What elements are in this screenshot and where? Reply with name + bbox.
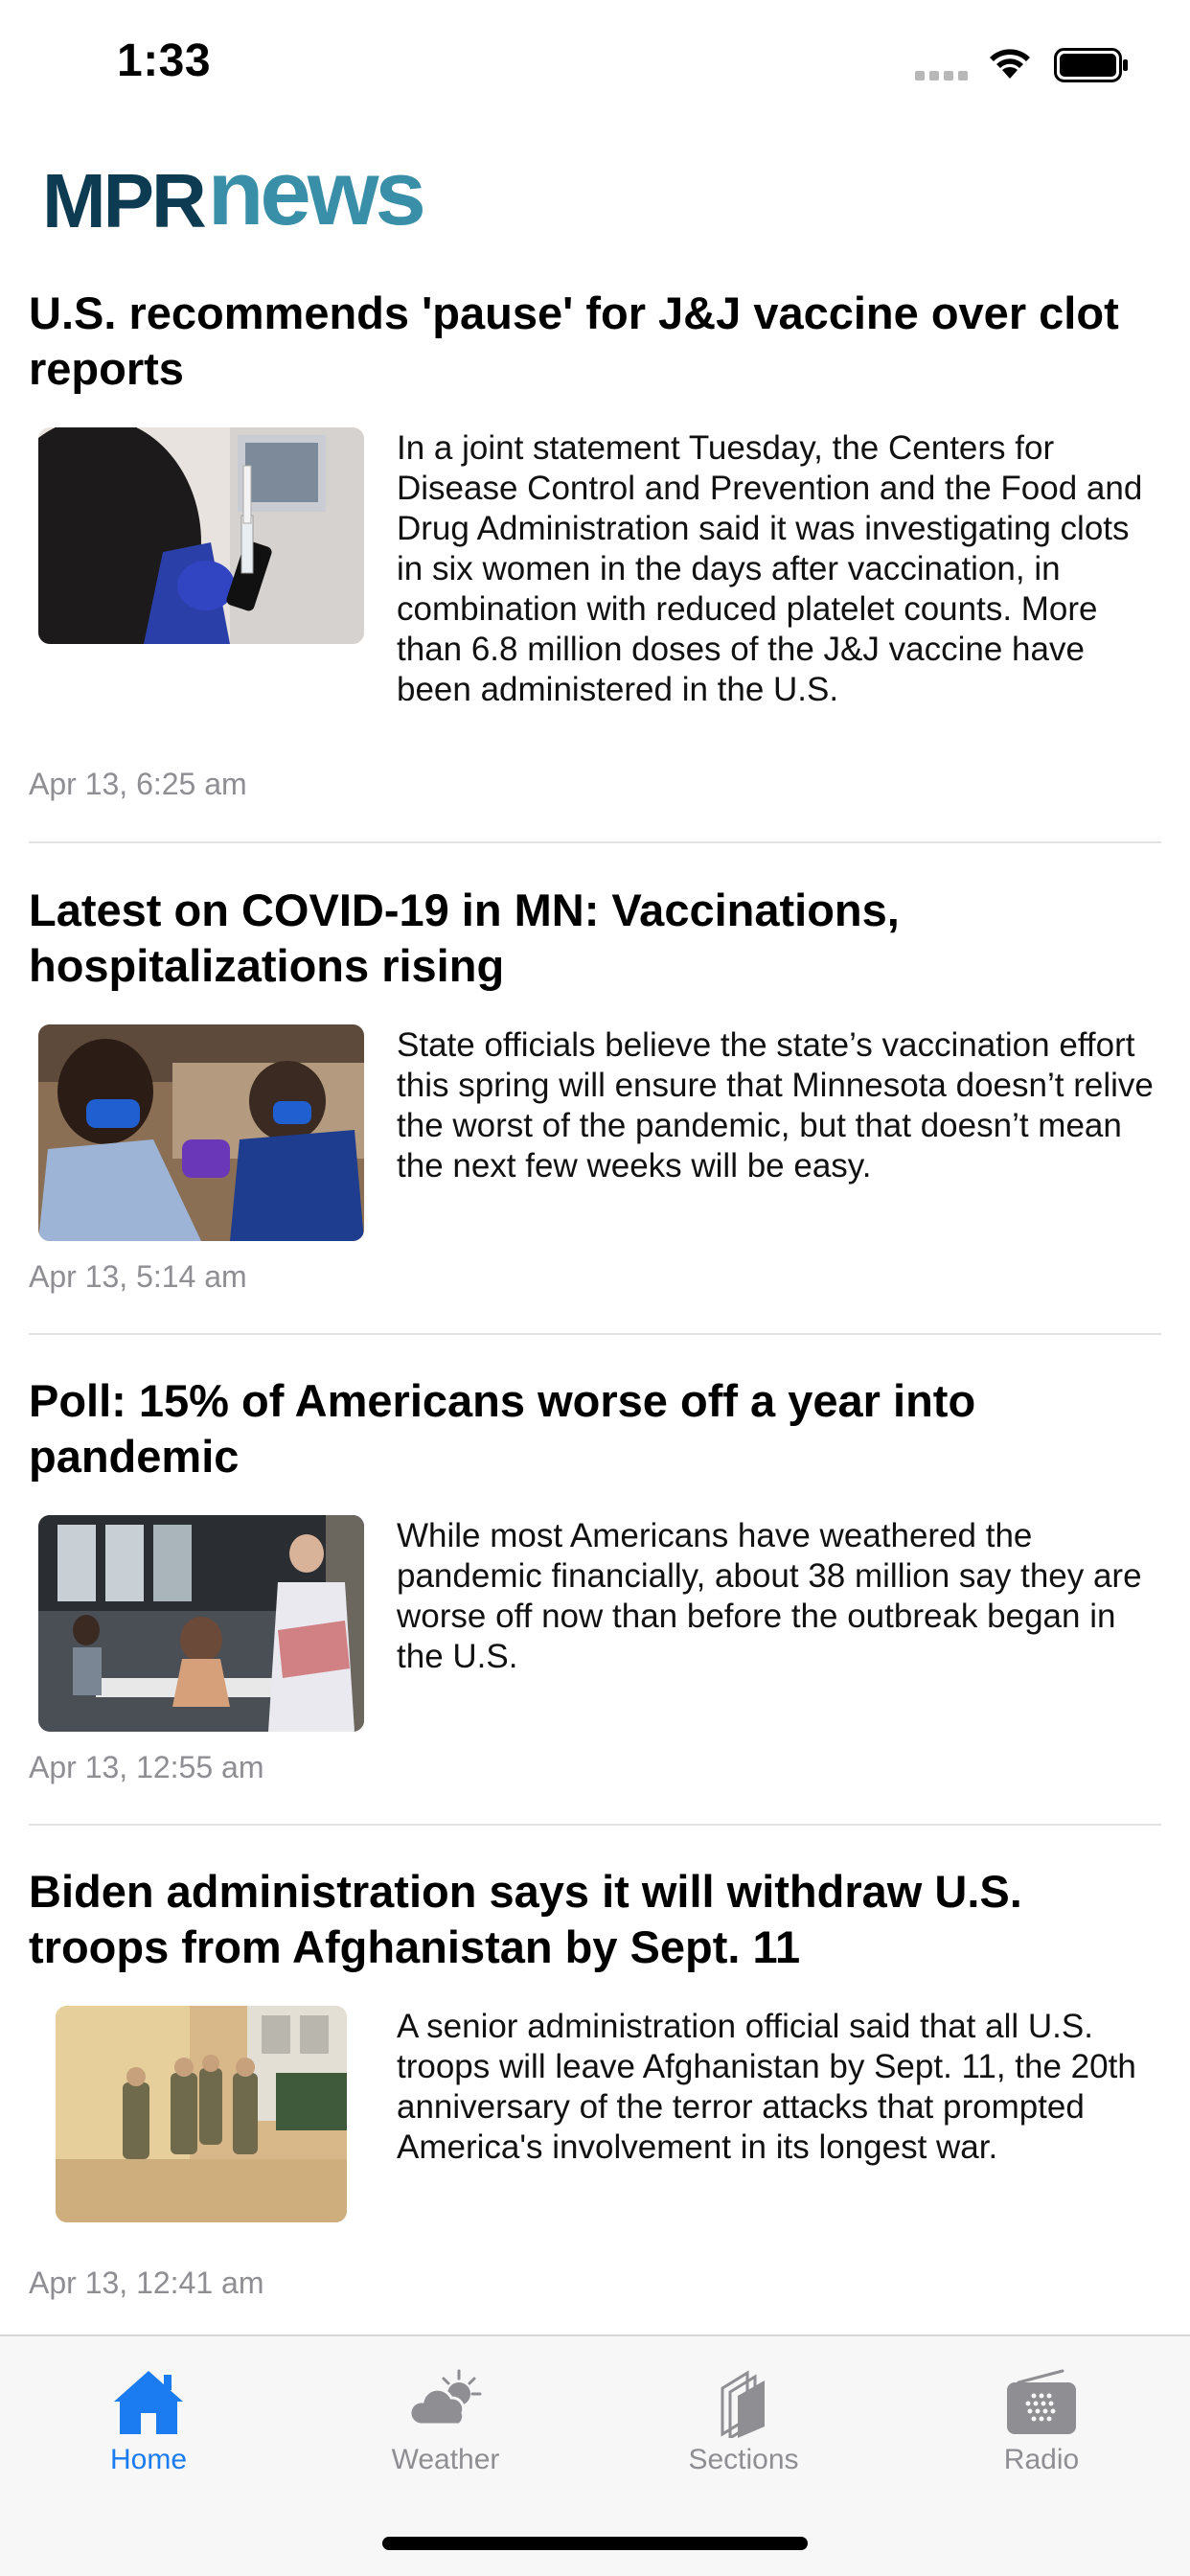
tab-label: Radio xyxy=(1003,2444,1080,2475)
tab-radio[interactable]: Radio xyxy=(946,2365,1137,2476)
article-date: Apr 13, 12:55 am xyxy=(29,1750,264,1784)
article-summary: A senior administration official said th… xyxy=(397,2008,1136,2166)
sections-icon xyxy=(721,2370,765,2438)
radio-icon xyxy=(1007,2369,1076,2434)
vaccination-site-photo[interactable] xyxy=(38,1024,364,1241)
mpr-news-logo: MPR news xyxy=(42,148,426,243)
divider xyxy=(29,1333,1161,1335)
article-headline[interactable]: Latest on COVID-19 in MN: Vaccinations, … xyxy=(29,883,1159,994)
article-summary: State officials believe the state’s vacc… xyxy=(397,1026,1154,1184)
article-date: Apr 13, 5:14 am xyxy=(29,1259,247,1294)
article-date: Apr 13, 12:41 am xyxy=(29,2266,264,2300)
cellular-signal-icon xyxy=(915,71,968,80)
clinic-line-photo[interactable] xyxy=(38,1515,364,1732)
tab-label: Sections xyxy=(688,2444,799,2475)
article-summary: In a joint statement Tuesday, the Center… xyxy=(397,429,1143,708)
article-date: Apr 13, 6:25 am xyxy=(29,767,247,801)
article-card[interactable]: Biden administration says it will withdr… xyxy=(0,1858,1190,2318)
tab-weather[interactable]: Weather xyxy=(350,2365,541,2476)
vaccine-vial-photo[interactable] xyxy=(38,427,364,644)
article-card[interactable]: Latest on COVID-19 in MN: Vaccinations, … xyxy=(0,877,1190,1339)
soldiers-photo[interactable] xyxy=(56,2006,347,2222)
tab-home[interactable]: Home xyxy=(53,2365,244,2476)
article-card[interactable]: Poll: 15% of Americans worse off a year … xyxy=(0,1368,1190,1828)
logo-mpr-text: MPR xyxy=(42,158,207,243)
article-headline[interactable]: Biden administration says it will withdr… xyxy=(29,1864,1159,1975)
house-icon xyxy=(114,2371,183,2434)
status-bar: 1:33 xyxy=(0,0,1190,126)
battery-icon xyxy=(1054,48,1128,82)
tab-sections[interactable]: Sections xyxy=(648,2365,839,2476)
article-card[interactable]: U.S. recommends 'pause' for J&J vaccine … xyxy=(0,280,1190,845)
article-headline[interactable]: Poll: 15% of Americans worse off a year … xyxy=(29,1373,1159,1484)
partly-cloudy-icon xyxy=(408,2369,482,2426)
article-summary: While most Americans have weathered the … xyxy=(397,1517,1142,1675)
article-headline[interactable]: U.S. recommends 'pause' for J&J vaccine … xyxy=(29,286,1159,397)
status-time: 1:33 xyxy=(117,35,212,86)
tab-label: Home xyxy=(109,2444,188,2475)
divider xyxy=(29,841,1161,843)
wifi-icon xyxy=(990,49,1030,79)
home-indicator xyxy=(382,2537,808,2550)
tab-label: Weather xyxy=(391,2444,500,2475)
divider xyxy=(29,1824,1161,1826)
logo-news-text: news xyxy=(207,142,426,244)
